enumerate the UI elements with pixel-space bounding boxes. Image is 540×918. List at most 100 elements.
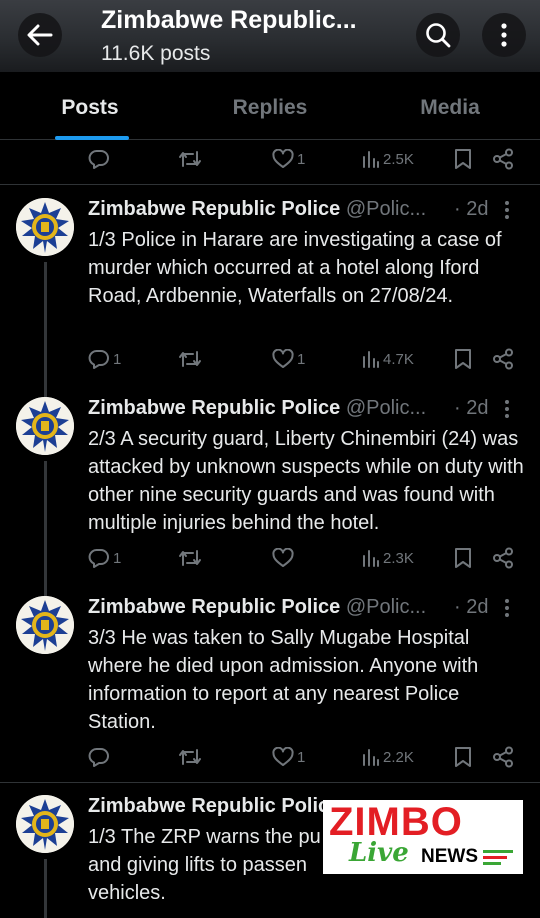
repost-button[interactable] <box>178 543 205 573</box>
views-count: 2.5K <box>383 150 414 168</box>
post-time[interactable]: · 2d <box>454 198 488 221</box>
post-more-button[interactable] <box>504 399 510 424</box>
share-button[interactable] <box>492 144 514 174</box>
post-actions: 1 1 4.7K <box>0 344 540 374</box>
views-button[interactable]: 2.3K <box>362 543 414 573</box>
bookmark-icon <box>455 149 471 169</box>
author-name[interactable]: Zimbabwe Republic Police <box>88 596 340 618</box>
bookmark-button[interactable] <box>454 742 472 772</box>
thread-line <box>44 859 47 918</box>
divider <box>0 184 540 185</box>
views-button[interactable]: 2.2K <box>362 742 414 772</box>
post-text: 3/3 He was taken to Sally Mugabe Hospita… <box>88 627 479 733</box>
repost-button[interactable] <box>178 144 205 174</box>
share-icon <box>493 148 513 170</box>
zimbo-live-news-watermark: ZIMBO Live NEWS <box>323 800 523 874</box>
reply-icon <box>88 748 109 767</box>
post-header: Zimbabwe Republic Police @Polic... <box>88 596 426 622</box>
bookmark-button[interactable] <box>454 344 472 374</box>
avatar[interactable] <box>16 397 74 455</box>
reply-count: 1 <box>113 549 122 567</box>
zrp-badge-logo <box>16 795 74 853</box>
views-button[interactable]: 4.7K <box>362 344 414 374</box>
divider <box>0 782 540 783</box>
post-actions: 1 2.3K <box>0 543 540 573</box>
heart-icon <box>272 548 294 567</box>
author-name[interactable]: Zimbabwe Republic Police <box>88 397 340 419</box>
like-button[interactable]: 1 <box>272 144 305 174</box>
reply-button[interactable]: 1 <box>88 344 121 374</box>
share-icon <box>493 348 513 370</box>
like-button[interactable] <box>272 543 297 573</box>
share-button[interactable] <box>492 344 514 374</box>
post-text: 1/3 The ZRP warns the pu and giving lift… <box>88 826 321 904</box>
views-chart-icon <box>363 749 379 766</box>
reply-button[interactable]: 1 <box>88 543 121 573</box>
avatar[interactable] <box>16 596 74 654</box>
views-chart-icon <box>363 550 379 567</box>
views-chart-icon <box>363 351 379 368</box>
post-time[interactable]: · 2d <box>454 397 488 420</box>
share-button[interactable] <box>492 742 514 772</box>
reply-count: 1 <box>113 350 122 368</box>
author-handle[interactable]: @Polic... <box>346 397 426 419</box>
profile-header: Zimbabwe Republic... 11.6K posts <box>0 0 540 72</box>
author-name[interactable]: Zimbabwe Republic Police <box>88 198 340 220</box>
avatar[interactable] <box>16 198 74 256</box>
watermark-stripe <box>483 862 501 865</box>
heart-icon <box>272 349 294 368</box>
like-count: 1 <box>297 748 306 766</box>
active-tab-indicator <box>55 136 129 140</box>
zrp-badge-logo <box>16 397 74 455</box>
reply-icon <box>88 150 109 169</box>
bookmark-icon <box>455 349 471 369</box>
views-button[interactable]: 2.5K <box>362 144 414 174</box>
page-title: Zimbabwe Republic... <box>101 6 357 34</box>
post-actions: 1 2.2K <box>0 742 540 772</box>
posts-count: 11.6K posts <box>101 42 211 65</box>
share-button[interactable] <box>492 543 514 573</box>
zrp-badge-logo <box>16 596 74 654</box>
repost-button[interactable] <box>178 344 205 374</box>
post-header: Zimbabwe Republic Police @Polic... <box>88 198 426 224</box>
bookmark-icon <box>455 747 471 767</box>
more-vertical-icon <box>505 400 509 418</box>
reply-button[interactable] <box>88 144 113 174</box>
repost-icon <box>179 151 201 167</box>
reply-icon <box>88 549 109 568</box>
more-options-button[interactable] <box>482 13 526 57</box>
views-count: 2.3K <box>383 549 414 567</box>
author-handle[interactable]: @Polic... <box>346 596 426 618</box>
watermark-live: Live <box>349 838 409 868</box>
bookmark-button[interactable] <box>454 543 472 573</box>
like-button[interactable]: 1 <box>272 742 305 772</box>
author-handle[interactable]: @Polic... <box>346 198 426 220</box>
repost-button[interactable] <box>178 742 205 772</box>
post-more-button[interactable] <box>504 598 510 623</box>
post-more-button[interactable] <box>504 200 510 225</box>
like-button[interactable]: 1 <box>272 344 305 374</box>
bookmark-button[interactable] <box>454 144 472 174</box>
search-button[interactable] <box>416 13 460 57</box>
reply-button[interactable] <box>88 742 113 772</box>
more-vertical-icon <box>505 201 509 219</box>
repost-icon <box>179 351 201 367</box>
tab-media[interactable]: Media <box>360 96 540 120</box>
share-icon <box>493 746 513 768</box>
watermark-stripe <box>483 856 507 859</box>
avatar[interactable] <box>16 795 74 853</box>
more-vertical-icon <box>505 599 509 617</box>
search-icon <box>426 23 451 48</box>
post-time[interactable]: · 2d <box>454 596 488 619</box>
author-name[interactable]: Zimbabwe Republic Police <box>88 795 340 817</box>
post-header: Zimbabwe Republic Police @Polic... <box>88 397 426 423</box>
like-count: 1 <box>297 150 306 168</box>
back-button[interactable] <box>18 13 62 57</box>
repost-icon <box>179 749 201 765</box>
post-actions: 1 2.5K <box>0 144 540 174</box>
views-count: 4.7K <box>383 350 414 368</box>
watermark-stripe <box>483 850 513 853</box>
heart-icon <box>272 149 294 168</box>
tab-posts[interactable]: Posts <box>0 96 180 120</box>
tab-replies[interactable]: Replies <box>180 96 360 120</box>
